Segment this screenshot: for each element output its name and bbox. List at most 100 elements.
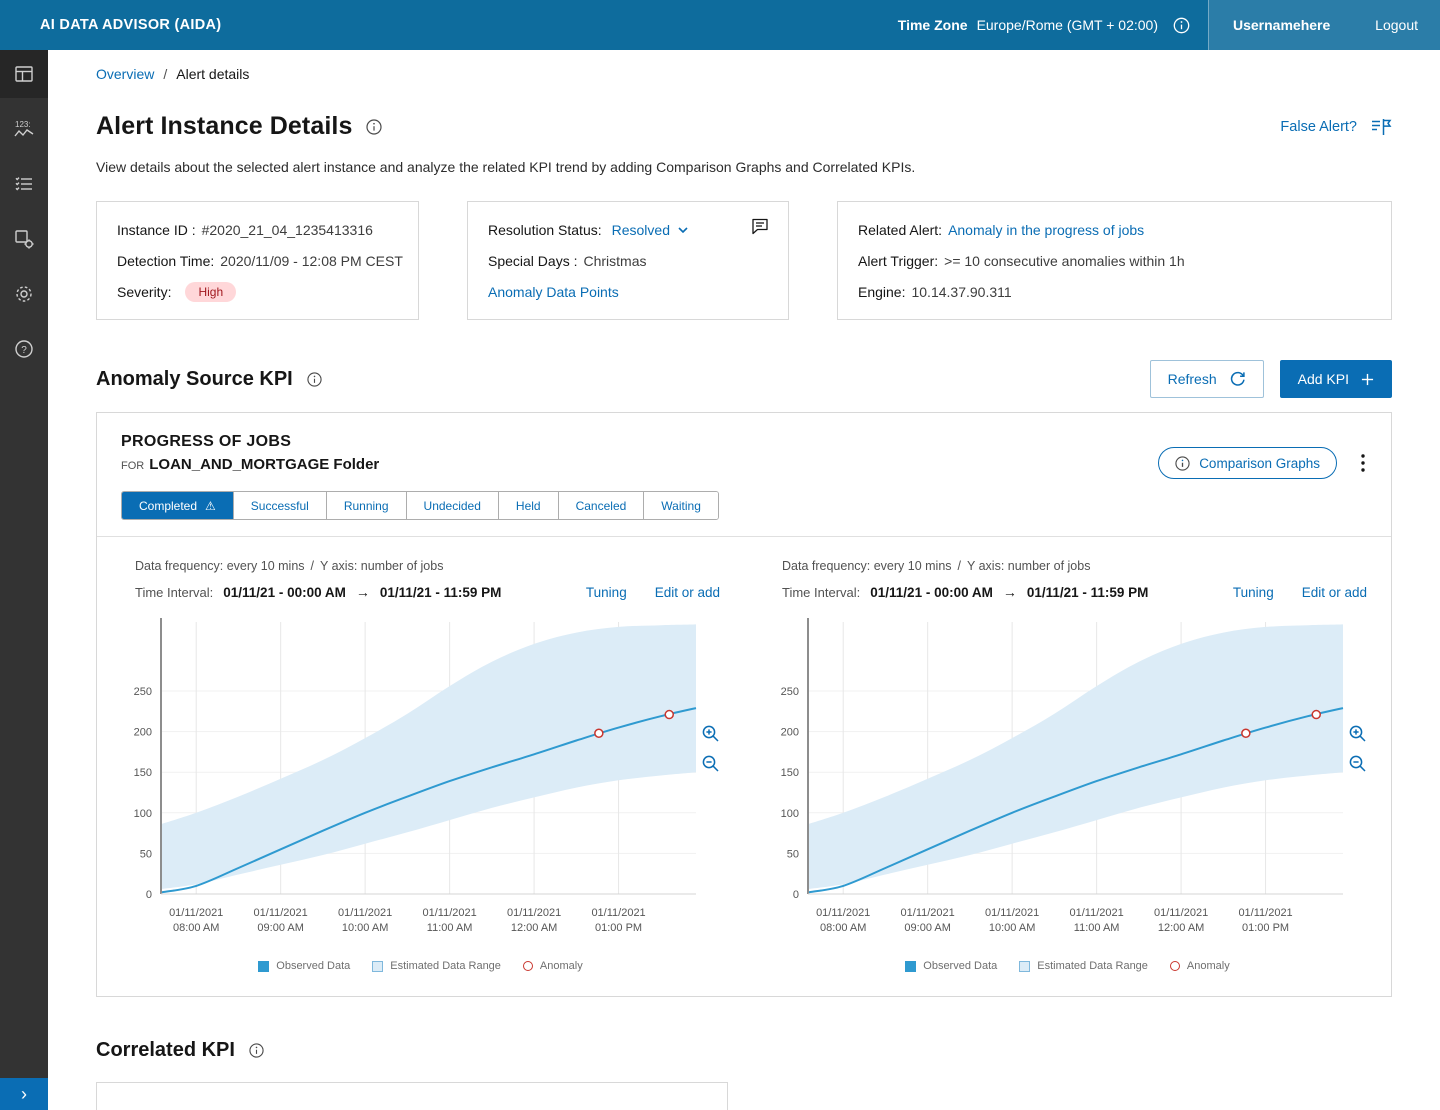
svg-text:01/11/2021: 01/11/2021: [254, 907, 308, 919]
tab-label: Running: [344, 499, 389, 513]
add-kpi-button[interactable]: Add KPI: [1280, 360, 1392, 398]
refresh-button[interactable]: Refresh: [1150, 360, 1264, 398]
time-interval-from: 01/11/21 - 00:00 AM: [870, 585, 993, 600]
detection-time-label: Detection Time:: [117, 253, 214, 269]
refresh-label: Refresh: [1168, 371, 1217, 387]
tab-waiting[interactable]: Waiting: [643, 492, 718, 519]
legend-estimated-range[interactable]: Estimated Data Range: [1019, 960, 1148, 972]
svg-text:08:00 AM: 08:00 AM: [173, 922, 219, 934]
tab-running[interactable]: Running: [326, 492, 406, 519]
svg-text:12:00 AM: 12:00 AM: [1158, 922, 1204, 934]
time-interval-to: 01/11/21 - 11:59 PM: [380, 585, 502, 600]
svg-text:01/11/2021: 01/11/2021: [985, 907, 1039, 919]
legend-anomaly-label: Anomaly: [540, 960, 583, 972]
anomaly-data-points-link[interactable]: Anomaly Data Points: [488, 284, 619, 300]
instance-id-label: Instance ID :: [117, 222, 196, 238]
sidebar-item-help[interactable]: ?: [0, 325, 48, 373]
svg-text:150: 150: [134, 767, 152, 779]
tab-successful[interactable]: Successful: [233, 492, 326, 519]
svg-text:123:: 123:: [15, 120, 31, 129]
page-subtitle: View details about the selected alert in…: [96, 159, 1392, 175]
zoom-in-icon[interactable]: [701, 724, 720, 743]
svg-text:200: 200: [134, 727, 152, 739]
overflow-menu-icon[interactable]: [1359, 452, 1367, 474]
resolution-card: Resolution Status: Resolved Special Days…: [467, 201, 789, 320]
tab-canceled[interactable]: Canceled: [558, 492, 644, 519]
sidebar-item-kpi-configuration[interactable]: [0, 215, 48, 263]
tab-undecided[interactable]: Undecided: [406, 492, 498, 519]
alert-trigger-value: >= 10 consecutive anomalies within 1h: [944, 253, 1184, 269]
svg-text:01/11/2021: 01/11/2021: [1154, 907, 1208, 919]
zoom-out-icon[interactable]: [701, 754, 720, 773]
tab-held[interactable]: Held: [498, 492, 558, 519]
feedback-icon[interactable]: [750, 216, 770, 236]
instance-id-value: #2020_21_04_1235413316: [202, 222, 373, 238]
anomaly-source-kpi-info-icon[interactable]: [307, 372, 322, 387]
time-interval-label: Time Interval:: [135, 585, 213, 600]
resolution-status-select[interactable]: Resolved: [612, 222, 688, 238]
svg-text:01/11/2021: 01/11/2021: [338, 907, 392, 919]
estimated-range-swatch-icon: [372, 961, 383, 972]
legend-observed[interactable]: Observed Data: [905, 960, 997, 972]
detection-time-value: 2020/11/09 - 12:08 PM CEST: [220, 253, 403, 269]
svg-text:11:00 AM: 11:00 AM: [1074, 922, 1120, 934]
kpi-trend-chart-comparison[interactable]: 05010015020025001/11/202108:00 AM01/11/2…: [768, 616, 1345, 948]
correlated-kpi-info-icon[interactable]: [249, 1043, 264, 1058]
top-bar: AI DATA ADVISOR (AIDA) Time Zone Europe/…: [0, 0, 1440, 50]
legend-estimated-range[interactable]: Estimated Data Range: [372, 960, 501, 972]
svg-text:01/11/2021: 01/11/2021: [1238, 907, 1292, 919]
svg-text:01/11/2021: 01/11/2021: [169, 907, 223, 919]
sidebar-item-kpi-predictions[interactable]: 123:: [0, 105, 48, 153]
alerts-list-icon: [13, 173, 35, 195]
kpi-for-value: LOAN_AND_MORTGAGE Folder: [149, 456, 379, 473]
legend-anomaly[interactable]: Anomaly: [1170, 960, 1230, 972]
arrow-right-icon: →: [1003, 584, 1017, 600]
comparison-graphs-label: Comparison Graphs: [1199, 456, 1320, 471]
y-axis-label: Y axis: number of jobs: [967, 559, 1090, 573]
instance-card: Instance ID : #2020_21_04_1235413316 Det…: [96, 201, 419, 320]
sidebar-item-alerts[interactable]: [0, 160, 48, 208]
related-alert-label: Related Alert:: [858, 222, 942, 238]
kpi-name: PROGRESS OF JOBS: [121, 433, 379, 451]
svg-text:01/11/2021: 01/11/2021: [507, 907, 561, 919]
username[interactable]: Usernamehere: [1233, 17, 1330, 33]
logout-button[interactable]: Logout: [1375, 17, 1418, 33]
y-axis-label: Y axis: number of jobs: [320, 559, 443, 573]
sidebar-expand-button[interactable]: ›: [0, 1078, 48, 1110]
breadcrumb-current: Alert details: [176, 66, 249, 82]
legend-observed-label: Observed Data: [923, 960, 997, 972]
page-title-info-icon[interactable]: [366, 119, 382, 135]
legend-observed[interactable]: Observed Data: [258, 960, 350, 972]
svg-text:09:00 AM: 09:00 AM: [257, 922, 303, 934]
tab-completed[interactable]: Completed⚠: [122, 492, 233, 519]
sidebar-item-settings[interactable]: [0, 270, 48, 318]
data-frequency: Data frequency: every 10 mins: [782, 559, 952, 573]
false-alert-action[interactable]: False Alert?: [1280, 117, 1392, 137]
observed-swatch-icon: [905, 961, 916, 972]
edit-or-add-link[interactable]: Edit or add: [1302, 585, 1367, 600]
estimated-range-swatch-icon: [1019, 961, 1030, 972]
data-frequency: Data frequency: every 10 mins: [135, 559, 305, 573]
tuning-link[interactable]: Tuning: [1233, 585, 1274, 600]
sidebar-item-overview[interactable]: [0, 50, 48, 98]
svg-text:0: 0: [793, 889, 799, 901]
kpi-configuration-icon: [13, 228, 35, 250]
page-title: Alert Instance Details: [96, 112, 352, 141]
breadcrumb-separator: /: [163, 66, 167, 82]
kpi-trend-chart[interactable]: 05010015020025001/11/202108:00 AM01/11/2…: [121, 616, 698, 948]
breadcrumb-overview[interactable]: Overview: [96, 66, 154, 82]
comparison-graphs-button[interactable]: Comparison Graphs: [1158, 447, 1337, 479]
tuning-link[interactable]: Tuning: [586, 585, 627, 600]
edit-or-add-link[interactable]: Edit or add: [655, 585, 720, 600]
zoom-out-icon[interactable]: [1348, 754, 1367, 773]
timezone-info-icon[interactable]: [1173, 17, 1190, 34]
svg-text:01/11/2021: 01/11/2021: [901, 907, 955, 919]
svg-text:200: 200: [781, 727, 799, 739]
svg-text:11:00 AM: 11:00 AM: [427, 922, 473, 934]
breadcrumb: Overview / Alert details: [96, 66, 1392, 82]
svg-text:01/11/2021: 01/11/2021: [816, 907, 870, 919]
zoom-in-icon[interactable]: [1348, 724, 1367, 743]
legend-anomaly[interactable]: Anomaly: [523, 960, 583, 972]
related-alert-link[interactable]: Anomaly in the progress of jobs: [948, 222, 1144, 238]
chart-legend: Observed Data Estimated Data Range Anoma…: [768, 960, 1367, 972]
